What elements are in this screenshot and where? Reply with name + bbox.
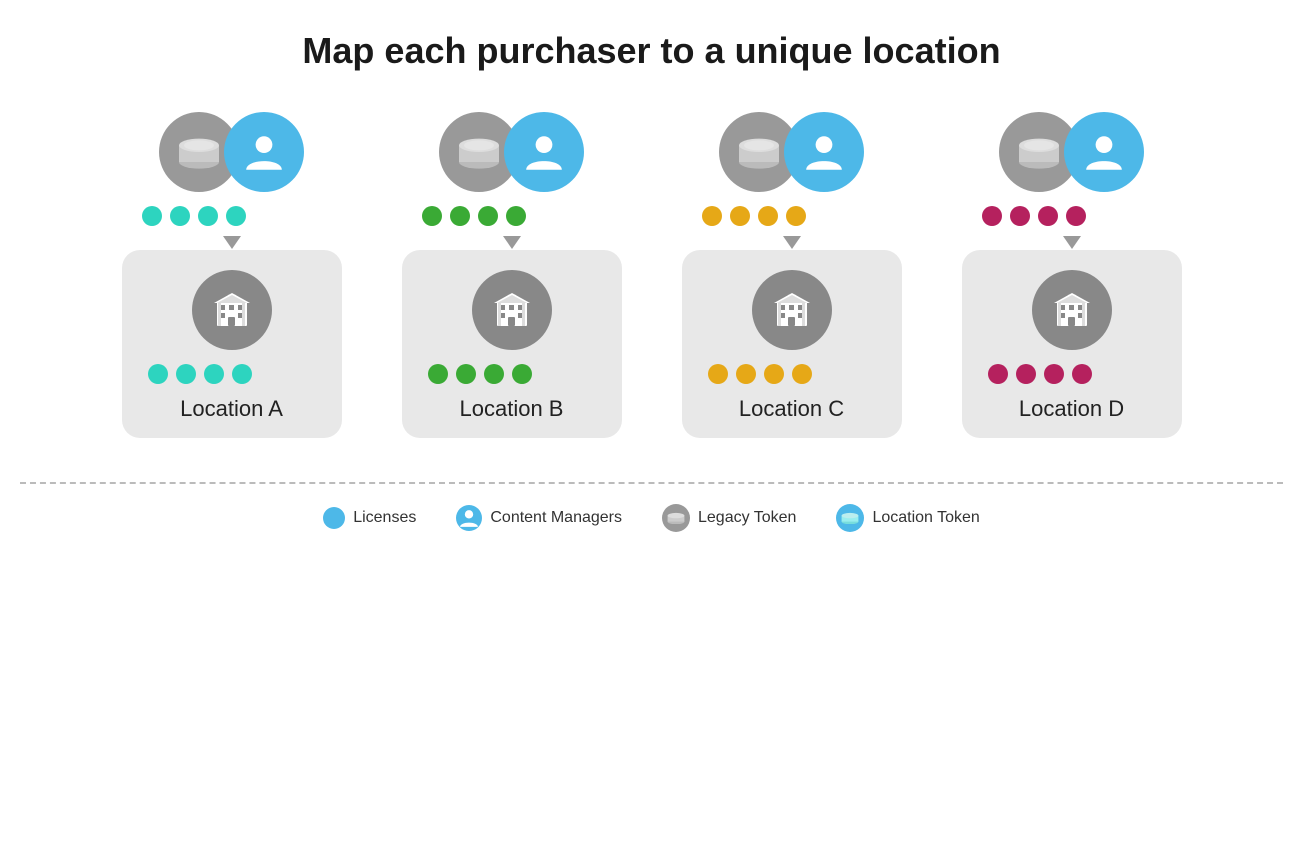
main-content: Location A: [20, 112, 1283, 839]
top-dot-c-1: [730, 206, 750, 226]
top-dot-b-3: [506, 206, 526, 226]
icons-pair-b: [439, 112, 584, 192]
top-dot-b-2: [478, 206, 498, 226]
card-dots-a: [148, 364, 252, 384]
card-dots-b: [428, 364, 532, 384]
legend-label-licenses: Licenses: [353, 509, 416, 527]
arrow-head-b: [503, 236, 521, 249]
legend-licenses-dot: [323, 507, 345, 529]
legend-item-location-token: Location Token: [836, 504, 979, 532]
card-dot-b-1: [456, 364, 476, 384]
top-dot-a-1: [170, 206, 190, 226]
top-dot-c-2: [758, 206, 778, 226]
building-icon-b: [472, 270, 552, 350]
purchaser-column-c: Location C: [682, 112, 902, 438]
arrow-head-d: [1063, 236, 1081, 249]
top-dots-d: [982, 206, 1086, 226]
top-dot-c-0: [702, 206, 722, 226]
card-dot-a-0: [148, 364, 168, 384]
location-card-a: Location A: [122, 250, 342, 438]
top-dot-a-0: [142, 206, 162, 226]
location-label-d: Location D: [1019, 396, 1124, 422]
top-dot-d-2: [1038, 206, 1058, 226]
top-dot-c-3: [786, 206, 806, 226]
card-dot-d-2: [1044, 364, 1064, 384]
legend-label-location-token: Location Token: [872, 509, 979, 527]
location-card-b: Location B: [402, 250, 622, 438]
purchaser-column-b: Location B: [402, 112, 622, 438]
top-dot-a-3: [226, 206, 246, 226]
person-circle-d: [1064, 112, 1144, 192]
legend-row: Licenses Content Managers Legacy Token L…: [323, 504, 980, 532]
card-dot-d-1: [1016, 364, 1036, 384]
card-dot-a-1: [176, 364, 196, 384]
divider: [20, 482, 1283, 484]
person-circle-b: [504, 112, 584, 192]
building-icon-d: [1032, 270, 1112, 350]
building-icon-a: [192, 270, 272, 350]
legend-location-token-icon: [836, 504, 864, 532]
page-title: Map each purchaser to a unique location: [302, 30, 1000, 72]
location-card-d: Location D: [962, 250, 1182, 438]
card-dot-c-1: [736, 364, 756, 384]
legend-label-legacy-token: Legacy Token: [698, 509, 796, 527]
person-circle-c: [784, 112, 864, 192]
top-dots-a: [142, 206, 246, 226]
purchaser-column-a: Location A: [122, 112, 342, 438]
top-dot-b-0: [422, 206, 442, 226]
card-dot-a-2: [204, 364, 224, 384]
location-label-b: Location B: [460, 396, 564, 422]
location-card-c: Location C: [682, 250, 902, 438]
icons-pair-a: [159, 112, 304, 192]
card-dot-d-3: [1072, 364, 1092, 384]
icons-pair-c: [719, 112, 864, 192]
top-dots-b: [422, 206, 526, 226]
card-dot-d-0: [988, 364, 1008, 384]
top-dot-d-1: [1010, 206, 1030, 226]
icons-pair-d: [999, 112, 1144, 192]
arrow-head-c: [783, 236, 801, 249]
top-dots-c: [702, 206, 806, 226]
top-dot-d-0: [982, 206, 1002, 226]
arrow-head-a: [223, 236, 241, 249]
card-dot-b-3: [512, 364, 532, 384]
legend-item-content-managers: Content Managers: [456, 505, 622, 531]
card-dot-c-3: [792, 364, 812, 384]
card-dots-d: [988, 364, 1092, 384]
top-dot-d-3: [1066, 206, 1086, 226]
legend-legacy-token-icon: [662, 504, 690, 532]
card-dot-a-3: [232, 364, 252, 384]
card-dot-c-2: [764, 364, 784, 384]
legend-label-content-managers: Content Managers: [490, 509, 622, 527]
card-dot-b-0: [428, 364, 448, 384]
location-label-c: Location C: [739, 396, 844, 422]
legend-person-icon: [456, 505, 482, 531]
legend-item-licenses: Licenses: [323, 507, 416, 529]
building-icon-c: [752, 270, 832, 350]
card-dot-c-0: [708, 364, 728, 384]
location-label-a: Location A: [180, 396, 283, 422]
top-dot-b-1: [450, 206, 470, 226]
person-circle-a: [224, 112, 304, 192]
purchaser-column-d: Location D: [962, 112, 1182, 438]
card-dots-c: [708, 364, 812, 384]
card-dot-b-2: [484, 364, 504, 384]
legend-item-legacy-token: Legacy Token: [662, 504, 796, 532]
top-dot-a-2: [198, 206, 218, 226]
purchasers-row: Location A: [122, 112, 1182, 438]
